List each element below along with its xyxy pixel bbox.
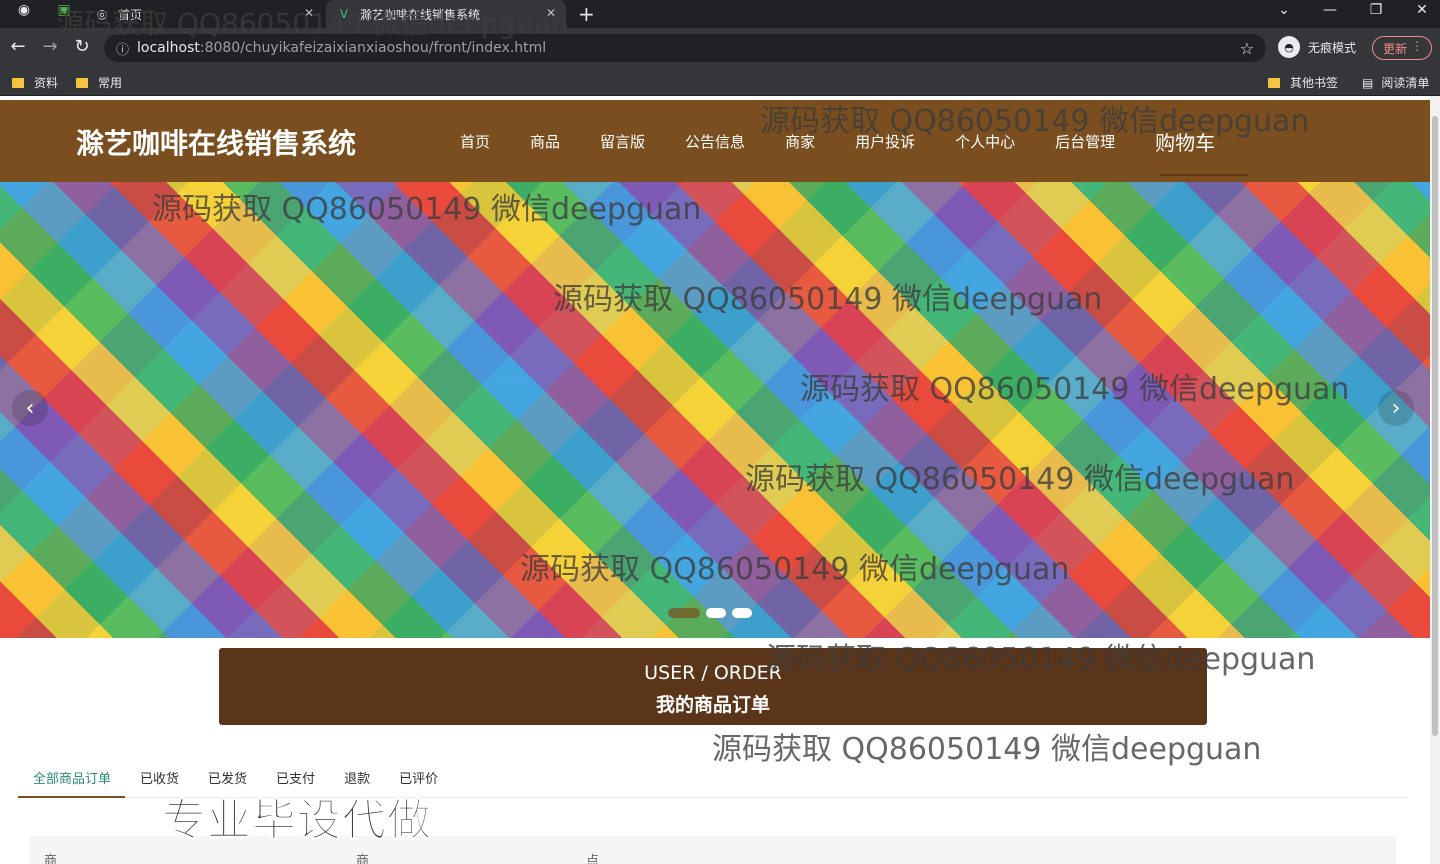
tab-active[interactable]: V 滁艺咖啡在线销售系统 ✕ — [326, 0, 566, 28]
minimize-icon[interactable]: — — [1310, 2, 1350, 18]
cart-underline — [1160, 174, 1248, 176]
scrollbar-thumb[interactable] — [1432, 116, 1438, 736]
browser-tab-strip: ◉ ▣ ◎ 首页 ✕ V 滁艺咖啡在线销售系统 ✕ + ⌄ — ❐ ✕ — [0, 0, 1440, 28]
promo-overlay-text: 专业毕设代做 — [162, 795, 432, 847]
nav-announcements[interactable]: 公告信息 — [665, 131, 765, 152]
forward-icon[interactable]: → — [38, 36, 62, 57]
carousel-next-icon[interactable]: › — [1378, 390, 1414, 426]
info-icon[interactable]: ⓘ — [116, 39, 129, 58]
restore-icon[interactable]: ❐ — [1356, 2, 1396, 18]
browser-menu-icon[interactable]: ◉ — [4, 2, 44, 18]
bookmarks-bar: 资料 常用 其他书签 ▤ 阅读清单 — [0, 68, 1440, 96]
table-header-cell: 商 — [44, 854, 58, 864]
close-icon[interactable]: ✕ — [304, 6, 314, 20]
table-header-cell: 商 — [356, 854, 370, 864]
main-nav: 首页 商品 留言版 公告信息 商家 用户投诉 个人中心 后台管理 购物车 — [440, 100, 1235, 182]
nav-complaints[interactable]: 用户投诉 — [835, 131, 935, 152]
other-bookmarks[interactable]: 其他书签 — [1268, 74, 1338, 91]
folder-icon — [12, 77, 24, 88]
hero-carousel[interactable]: ‹ › — [0, 182, 1430, 638]
tab-all-orders[interactable]: 全部商品订单 — [18, 758, 126, 798]
page-scrollbar[interactable] — [1430, 96, 1440, 864]
nav-home[interactable]: 首页 — [440, 131, 510, 152]
carousel-indicators — [668, 608, 752, 618]
tab-search-icon[interactable]: ⌄ — [1264, 2, 1304, 18]
carousel-dot[interactable] — [668, 608, 700, 618]
tab-title: 滁艺咖啡在线销售系统 — [360, 7, 481, 22]
incognito-indicator[interactable]: ◓ 无痕模式 — [1278, 36, 1356, 58]
table-header-cell: 点 — [586, 854, 600, 864]
order-title-en: USER / ORDER — [644, 662, 782, 684]
nav-profile[interactable]: 个人中心 — [935, 131, 1035, 152]
carousel-dot[interactable] — [732, 608, 752, 618]
folder-icon — [76, 77, 88, 88]
globe-icon: ◎ — [96, 7, 108, 21]
more-icon[interactable]: ⋮ — [1411, 39, 1423, 53]
incognito-icon: ◓ — [1278, 36, 1300, 58]
close-icon[interactable]: ✕ — [546, 6, 556, 20]
window-close-icon[interactable]: ✕ — [1402, 2, 1440, 18]
url-path: :8080/chuyikafeizaixianxiaoshou/front/in… — [199, 40, 547, 56]
update-label: 更新 — [1383, 41, 1408, 56]
bookmark-folder[interactable]: 资料 — [12, 74, 58, 91]
tab-title: 首页 — [118, 7, 143, 22]
incognito-label: 无痕模式 — [1308, 40, 1357, 55]
bookmark-folder[interactable]: 常用 — [76, 74, 122, 91]
nav-messages[interactable]: 留言版 — [580, 131, 665, 152]
nav-cart[interactable]: 购物车 — [1135, 127, 1235, 156]
nav-products[interactable]: 商品 — [510, 131, 580, 152]
reload-icon[interactable]: ↻ — [70, 36, 94, 57]
nav-admin[interactable]: 后台管理 — [1035, 131, 1135, 152]
update-button[interactable]: 更新 ⋮ — [1372, 36, 1432, 60]
nav-merchants[interactable]: 商家 — [765, 131, 835, 152]
reading-list-icon: ▤ — [1362, 75, 1374, 90]
page-viewport: 滁艺咖啡在线销售系统 首页 商品 留言版 公告信息 商家 用户投诉 个人中心 后… — [0, 96, 1430, 864]
carousel-prev-icon[interactable]: ‹ — [12, 390, 48, 426]
vue-icon: V — [339, 7, 349, 21]
tab-home[interactable]: ◎ 首页 ✕ — [84, 0, 324, 28]
carousel-dot[interactable] — [706, 608, 726, 618]
order-section-banner: USER / ORDER 我的商品订单 — [219, 648, 1207, 725]
address-bar[interactable]: ⓘ localhost :8080/chuyikafeizaixianxiaos… — [104, 34, 1266, 62]
browser-toolbar: ← → ↻ ⓘ localhost :8080/chuyikafeizaixia… — [0, 28, 1440, 68]
reading-list[interactable]: ▤ 阅读清单 — [1362, 74, 1429, 91]
url-host: localhost — [137, 40, 200, 56]
new-tab-button[interactable]: + — [578, 2, 595, 26]
site-header: 滁艺咖啡在线销售系统 首页 商品 留言版 公告信息 商家 用户投诉 个人中心 后… — [0, 100, 1430, 182]
back-icon[interactable]: ← — [6, 36, 30, 57]
order-title-cn: 我的商品订单 — [655, 694, 770, 716]
folder-icon — [1268, 77, 1280, 88]
site-brand[interactable]: 滁艺咖啡在线销售系统 — [76, 122, 356, 162]
pinned-tab-icon[interactable]: ▣ — [44, 2, 84, 18]
bookmark-star-icon[interactable]: ☆ — [1240, 39, 1254, 58]
